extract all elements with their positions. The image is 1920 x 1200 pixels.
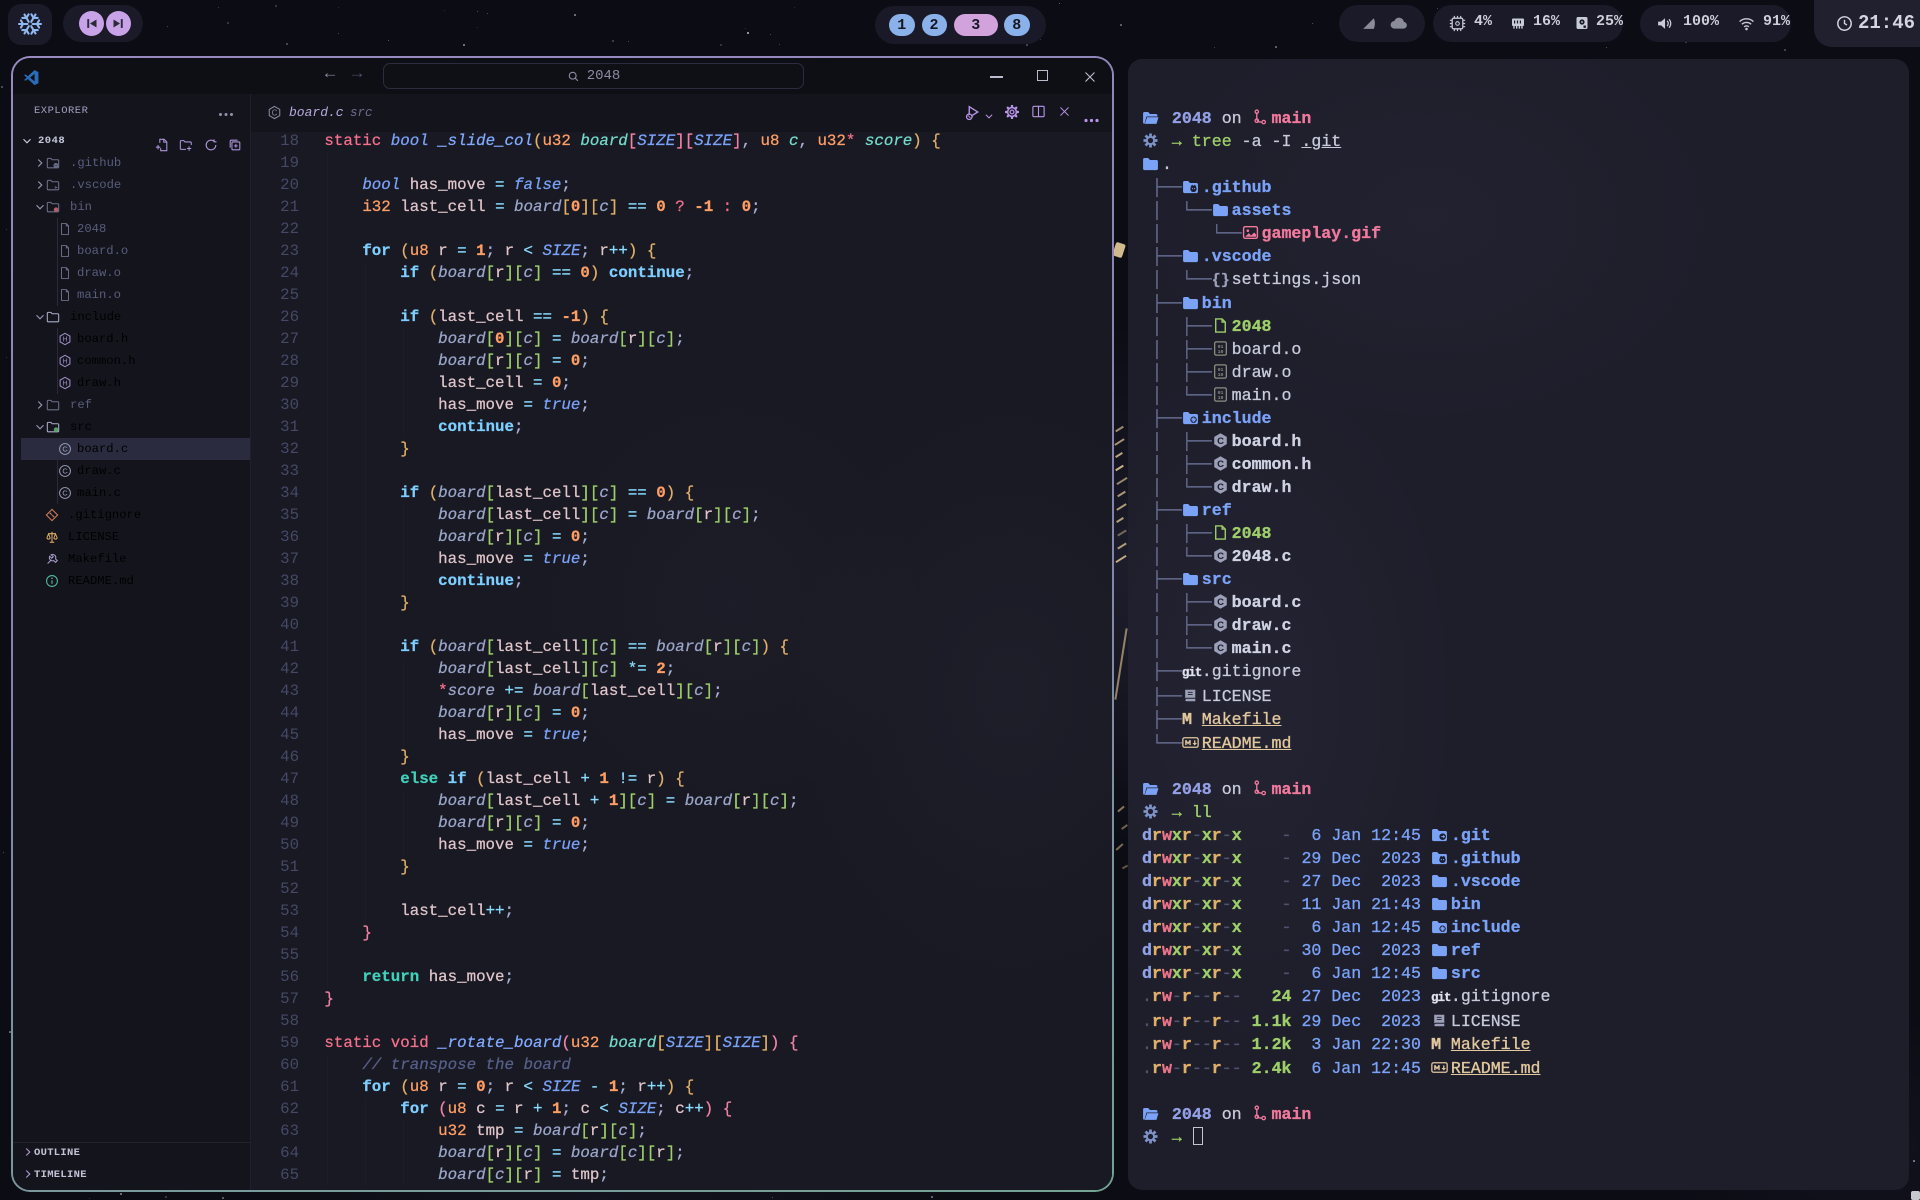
svg-text:H: H <box>62 337 67 344</box>
svg-text:C: C <box>1217 482 1224 493</box>
svg-text:H: H <box>62 359 67 366</box>
svg-text:C: C <box>1217 643 1224 654</box>
svg-text:01: 01 <box>1217 343 1223 349</box>
svg-text:10: 10 <box>1217 394 1223 400</box>
svg-text:C: C <box>62 489 68 498</box>
svg-text:C: C <box>1217 597 1224 608</box>
svg-text:C: C <box>62 445 68 454</box>
svg-text:10: 10 <box>1217 371 1223 377</box>
svg-text:10: 10 <box>1217 348 1223 354</box>
svg-text:01: 01 <box>1217 366 1223 372</box>
svg-text:01: 01 <box>1217 389 1223 395</box>
svg-text:H: H <box>62 381 67 388</box>
svg-text:C: C <box>1217 551 1224 562</box>
svg-text:C: C <box>62 467 68 476</box>
svg-text:C: C <box>1217 436 1224 447</box>
svg-text:C: C <box>272 108 278 117</box>
svg-text:C: C <box>1217 620 1224 631</box>
svg-text:C: C <box>1217 459 1224 470</box>
